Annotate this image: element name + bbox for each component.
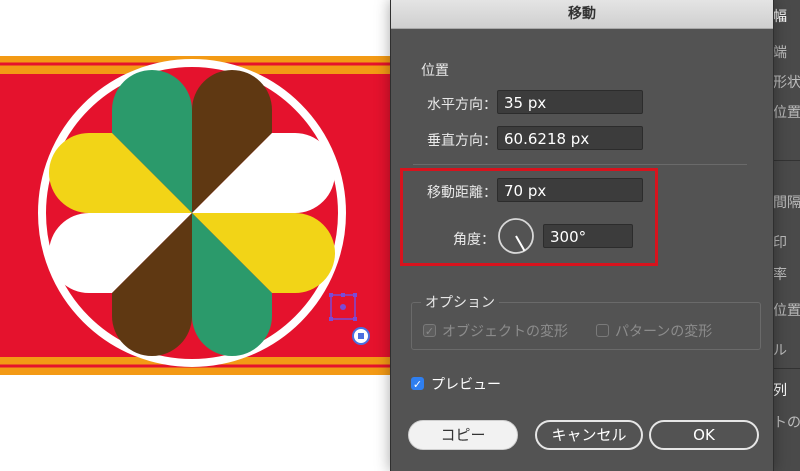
vertical-label: 垂直方向： xyxy=(427,133,497,149)
dialog-title: 移動 xyxy=(391,0,773,29)
preview-label: プレビュー xyxy=(431,377,501,393)
options-section-label: オプション xyxy=(421,292,499,312)
preview-checkbox[interactable]: ✓ xyxy=(411,377,424,391)
vertical-input[interactable]: 60.6218 px xyxy=(497,126,643,150)
transform-objects-label: オブジェクトの変形 xyxy=(442,324,568,340)
divider xyxy=(413,164,747,165)
side-item: 率 xyxy=(773,267,787,283)
reference-point-icon[interactable] xyxy=(352,327,370,345)
side-item: ル xyxy=(773,343,787,359)
side-item: 位置 xyxy=(773,303,800,319)
copy-button[interactable]: コピー xyxy=(408,420,518,450)
cancel-button[interactable]: キャンセル xyxy=(535,420,643,450)
side-item: 形状 xyxy=(773,75,800,91)
horizontal-label: 水平方向： xyxy=(427,97,497,113)
transform-patterns-checkbox[interactable] xyxy=(596,324,609,337)
side-item: 位置 xyxy=(773,105,800,121)
distance-angle-highlight xyxy=(400,168,658,266)
side-item: 幅 xyxy=(773,9,787,25)
ok-button[interactable]: OK xyxy=(649,420,759,450)
side-item: 端 xyxy=(773,45,787,61)
transform-patterns-label: パターンの変形 xyxy=(615,324,713,340)
side-item: トの xyxy=(773,415,800,431)
position-section-label: 位置 xyxy=(421,63,449,79)
side-item: 印 xyxy=(773,235,787,251)
side-item: 間隔 xyxy=(773,195,800,211)
horizontal-input[interactable]: 35 px xyxy=(497,90,643,114)
side-item: 列 xyxy=(773,383,787,399)
transform-objects-checkbox[interactable]: ✓ xyxy=(423,324,436,338)
